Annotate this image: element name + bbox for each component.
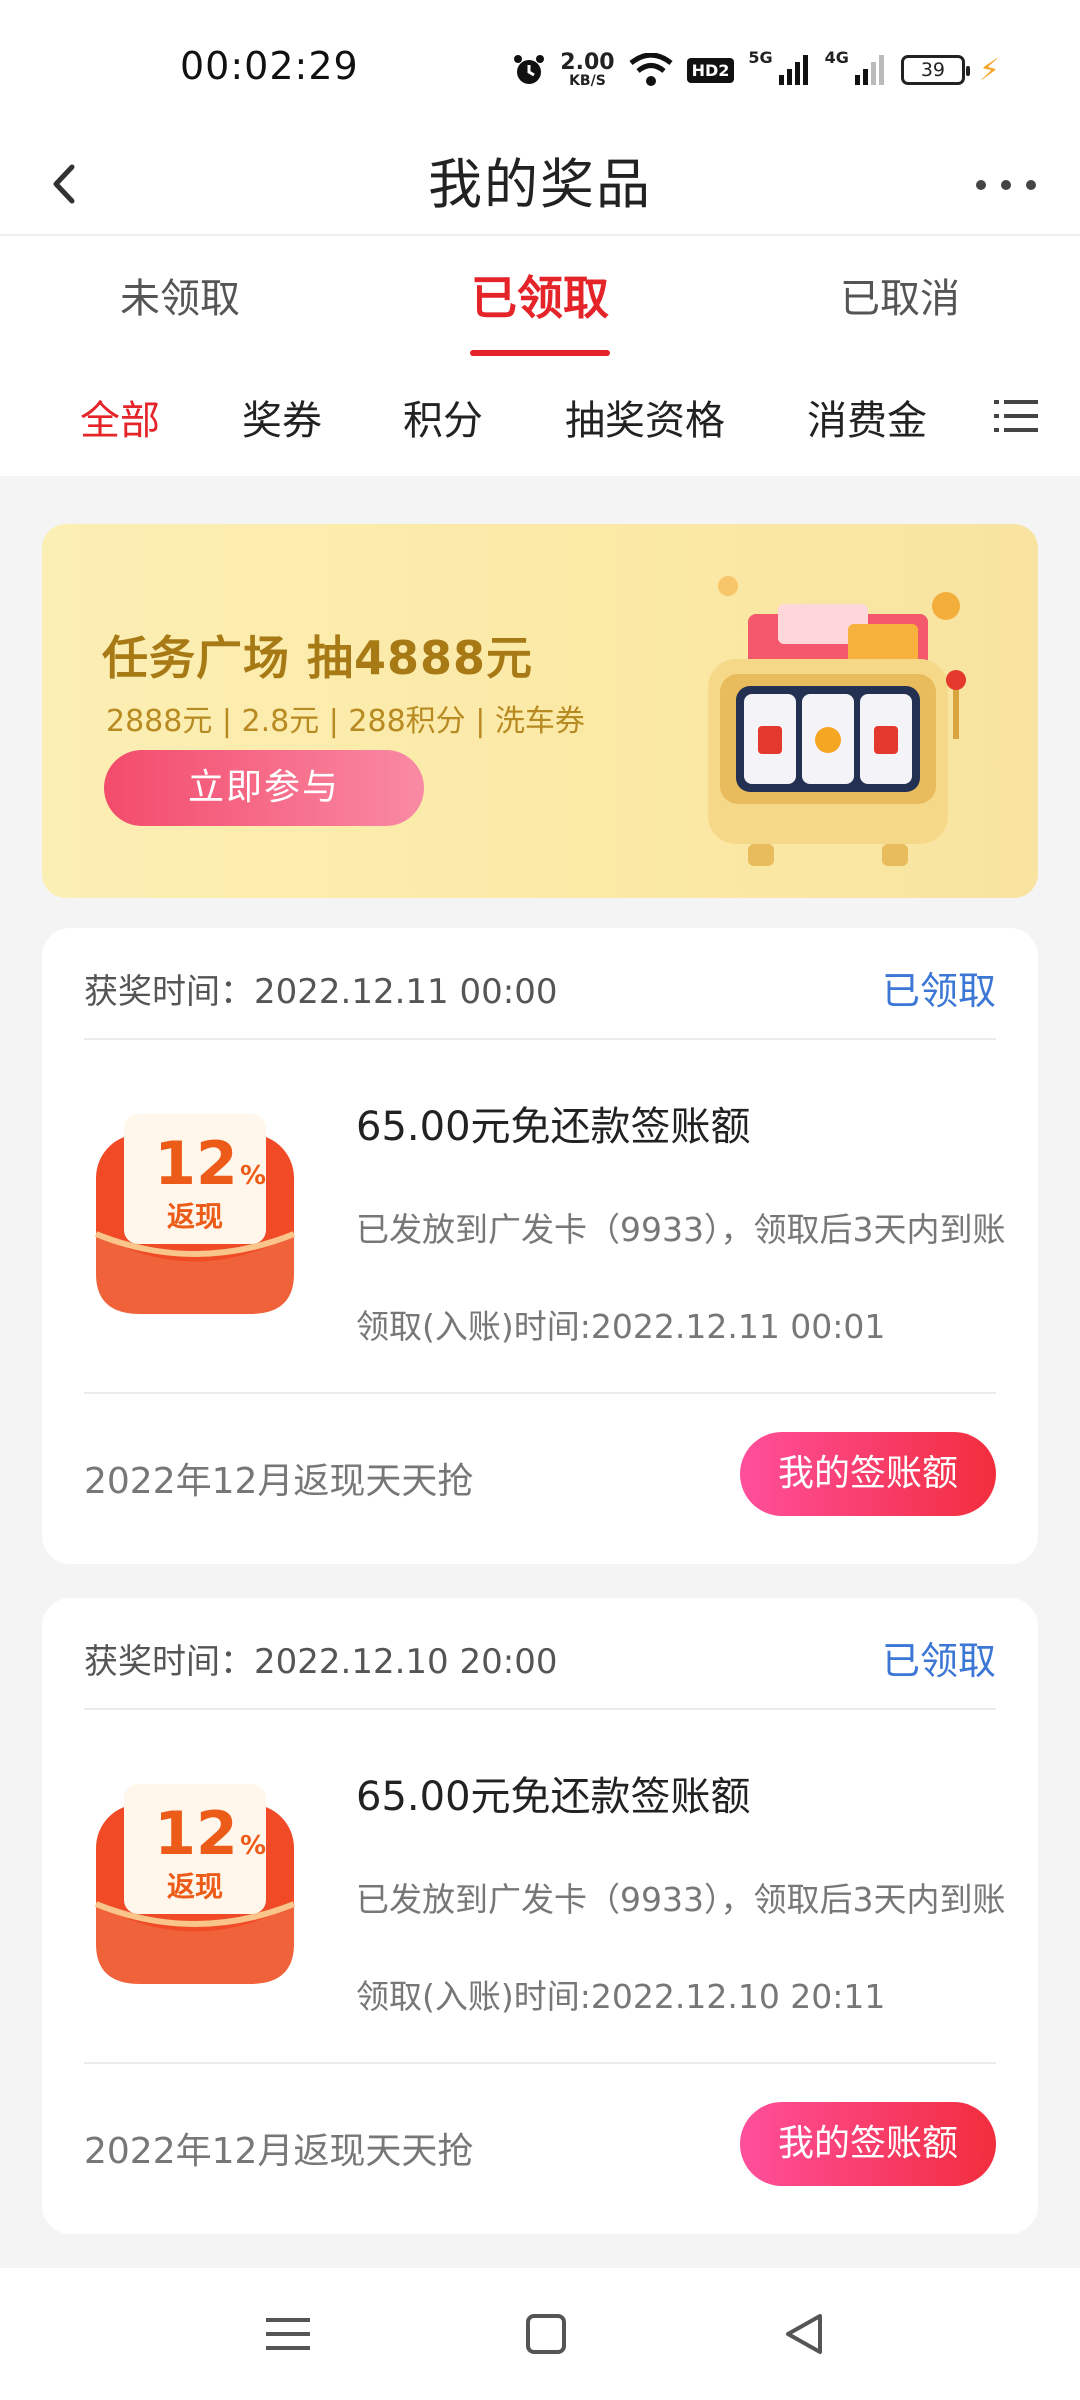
tab-cancelled[interactable]: 已取消 xyxy=(720,236,1080,360)
claimed-status: 已领取 xyxy=(881,969,996,1013)
card-header: 获奖时间：2022.12.10 20:00 已领取 xyxy=(84,1598,996,1710)
reward-title: 65.00元免还款签账额 xyxy=(356,1104,751,1150)
claim-time: 领取(入账)时间:2022.12.10 20:11 xyxy=(356,1977,886,2016)
claimed-status: 已领取 xyxy=(881,1639,996,1683)
back-triangle-icon[interactable] xyxy=(776,2308,832,2360)
list-menu-icon[interactable] xyxy=(994,396,1038,436)
campaign-name: 2022年12月返现天天抢 xyxy=(84,2131,474,2172)
filter-lottery[interactable]: 抽奖资格 xyxy=(565,388,725,446)
signal-4g-label: 4G xyxy=(824,48,849,67)
my-credit-button[interactable]: 我的签账额 xyxy=(740,1432,996,1516)
cashback-badge-icon: 12 % 返现 xyxy=(94,1784,296,1984)
reward-description: 已发放到广发卡（9933），领取后3天内到账 xyxy=(356,1210,1006,1249)
header: 我的奖品 xyxy=(0,135,1080,235)
award-time: 获奖时间：2022.12.11 00:00 xyxy=(84,972,558,1012)
banner-subtitle: 2888元 | 2.8元 | 288积分 | 洗车券 xyxy=(106,704,585,739)
prize-card: 获奖时间：2022.12.10 20:00 已领取 12 % 返现 65.00元… xyxy=(42,1598,1038,2234)
cashback-badge-icon: 12 % 返现 xyxy=(94,1114,296,1314)
reward-description: 已发放到广发卡（9933），领取后3天内到账 xyxy=(356,1880,1006,1919)
filter-all[interactable]: 全部 xyxy=(80,388,160,446)
filter-consumption-gold[interactable]: 消费金 xyxy=(807,388,927,446)
wifi-icon xyxy=(629,53,673,86)
filter-coupons[interactable]: 奖券 xyxy=(242,388,322,446)
system-nav-bar xyxy=(0,2268,1080,2400)
net-speed: 2.00 KB/S xyxy=(560,50,615,89)
card-divider xyxy=(84,1392,996,1394)
slot-machine-icon xyxy=(708,576,966,866)
prize-card: 获奖时间：2022.12.11 00:00 已领取 12 % 返现 65.00元… xyxy=(42,928,1038,1564)
status-icons: 2.00 KB/S HD2 5G 4G 39 ⚡ xyxy=(512,48,1000,92)
svg-text:12: 12 xyxy=(154,1129,238,1199)
signal-icon xyxy=(778,55,808,85)
my-credit-button[interactable]: 我的签账额 xyxy=(740,2102,996,2186)
tab-claimed[interactable]: 已领取 xyxy=(360,236,720,360)
active-tab-indicator xyxy=(470,350,610,356)
more-dots-icon[interactable] xyxy=(976,165,1036,205)
filter-points[interactable]: 积分 xyxy=(403,388,483,446)
claim-time: 领取(入账)时间:2022.12.11 00:01 xyxy=(356,1307,886,1346)
svg-text:%: % xyxy=(240,1831,266,1861)
svg-text:12: 12 xyxy=(154,1799,238,1869)
menu-icon[interactable] xyxy=(260,2308,316,2360)
alarm-icon xyxy=(514,55,545,84)
campaign-name: 2022年12月返现天天抢 xyxy=(84,1461,474,1502)
page-title: 我的奖品 xyxy=(428,153,652,216)
status-time: 00:02:29 xyxy=(180,44,359,88)
card-header: 获奖时间：2022.12.11 00:00 已领取 xyxy=(84,928,996,1040)
reward-title: 65.00元免还款签账额 xyxy=(356,1774,751,1820)
home-square-icon[interactable] xyxy=(518,2308,574,2360)
card-divider xyxy=(84,2062,996,2064)
tab-unclaimed[interactable]: 未领取 xyxy=(0,236,360,360)
signal-5g-label: 5G xyxy=(748,48,773,67)
banner-title: 任务广场 抽4888元 xyxy=(102,631,534,685)
battery-icon: 39 xyxy=(900,55,970,85)
charging-icon: ⚡ xyxy=(978,52,1000,88)
status-bar: 00:02:29 2.00 KB/S HD2 5G 4G 39 ⚡ xyxy=(0,0,1080,135)
task-square-banner[interactable]: 任务广场 抽4888元 2888元 | 2.8元 | 288积分 | 洗车券 立… xyxy=(42,524,1038,898)
category-filters: 全部 奖券 积分 抽奖资格 消费金 xyxy=(0,360,1080,476)
award-time: 获奖时间：2022.12.10 20:00 xyxy=(84,1642,558,1682)
signal-icon-2 xyxy=(854,55,884,85)
svg-text:%: % xyxy=(240,1161,266,1191)
svg-text:返现: 返现 xyxy=(167,1870,223,1903)
hd-badge: HD2 xyxy=(686,57,735,83)
svg-text:返现: 返现 xyxy=(167,1200,223,1233)
join-now-button[interactable]: 立即参与 xyxy=(104,750,424,826)
prize-status-tabs: 未领取 已领取 已取消 xyxy=(0,236,1080,360)
